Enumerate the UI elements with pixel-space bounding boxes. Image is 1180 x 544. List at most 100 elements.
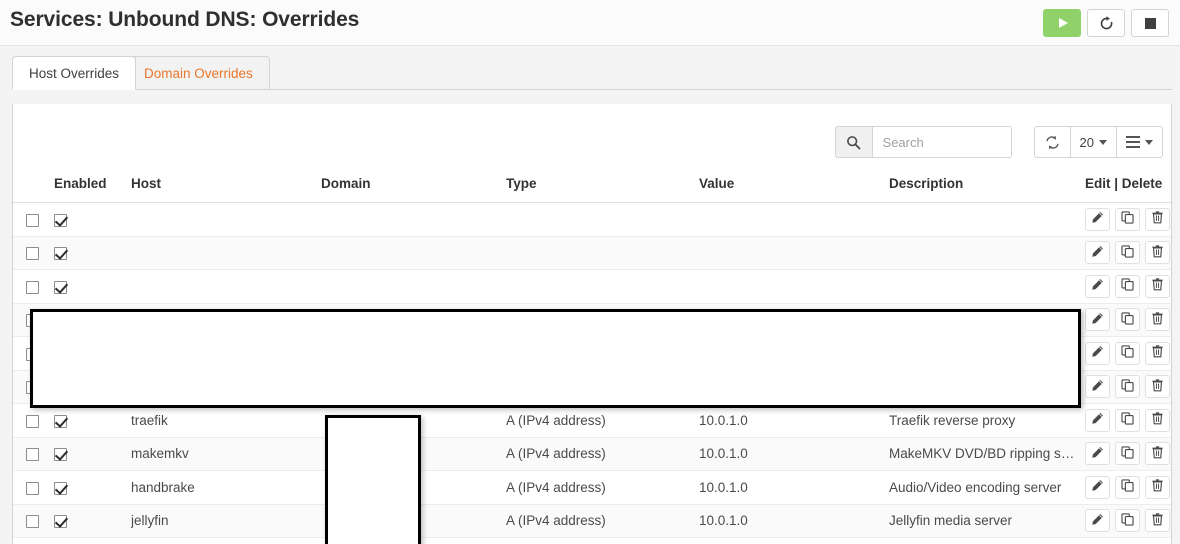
- duplicate-button[interactable]: [1115, 408, 1140, 432]
- column-header-description[interactable]: Description: [889, 176, 1079, 203]
- tab-bar: Host Overrides Domain Overrides: [0, 46, 1180, 90]
- search-button[interactable]: [834, 126, 872, 158]
- search-input[interactable]: [871, 126, 1012, 158]
- row-enabled-checkbox[interactable]: [54, 448, 67, 462]
- row-select-checkbox[interactable]: [26, 280, 39, 294]
- cell-description: MakeMKV DVD/BD ripping se…: [889, 437, 1079, 471]
- row-enabled-checkbox[interactable]: [54, 481, 67, 495]
- cell-value: 10.0.1.0: [699, 470, 889, 505]
- tab-host-overrides[interactable]: Host Overrides: [12, 56, 137, 90]
- column-header-host[interactable]: Host: [131, 176, 321, 203]
- edit-button[interactable]: [1085, 375, 1110, 399]
- duplicate-button[interactable]: [1115, 509, 1140, 533]
- table-row[interactable]: makemkv A (IPv4 address) 10.0.1.0 MakeMKV D…: [13, 437, 1171, 471]
- row-select-checkbox[interactable]: [26, 448, 39, 462]
- delete-icon: [1151, 312, 1164, 328]
- edit-button[interactable]: [1085, 475, 1110, 499]
- cell-type: [506, 236, 699, 270]
- tab-domain-overrides-label: Domain Overrides: [144, 65, 253, 81]
- cell-type: [506, 269, 699, 304]
- edit-button[interactable]: [1085, 509, 1110, 533]
- cell-description: [889, 269, 1079, 304]
- edit-button[interactable]: [1085, 341, 1110, 365]
- delete-icon: [1151, 345, 1164, 361]
- delete-button[interactable]: [1145, 207, 1170, 231]
- edit-button[interactable]: [1085, 408, 1110, 432]
- start-service-button[interactable]: [1043, 9, 1081, 37]
- row-select-checkbox[interactable]: [26, 414, 39, 428]
- restart-service-button[interactable]: [1087, 9, 1125, 37]
- cell-enabled: [43, 202, 131, 237]
- duplicate-button[interactable]: [1115, 475, 1140, 499]
- page-size-dropdown[interactable]: 20: [1070, 126, 1117, 158]
- cell-value: 10.0.1.0: [699, 437, 889, 471]
- table-row[interactable]: traefik A (IPv4 address) 10.0.1.0 Traefik r…: [13, 403, 1171, 438]
- delete-button[interactable]: [1145, 341, 1170, 365]
- cell-select: [13, 269, 43, 304]
- tab-domain-overrides[interactable]: Domain Overrides: [127, 56, 270, 90]
- cell-value: [699, 236, 889, 270]
- row-action-buttons: [1085, 375, 1171, 399]
- row-select-checkbox[interactable]: [26, 515, 39, 529]
- duplicate-button[interactable]: [1115, 308, 1140, 332]
- cell-enabled: [43, 504, 131, 538]
- cell-host: makemkv: [131, 437, 321, 471]
- delete-button[interactable]: [1145, 241, 1170, 265]
- edit-button[interactable]: [1085, 241, 1110, 265]
- row-enabled-checkbox[interactable]: [54, 515, 67, 529]
- delete-button[interactable]: [1145, 509, 1170, 533]
- cell-domain: [321, 236, 506, 270]
- edit-button[interactable]: [1085, 442, 1110, 466]
- table-row[interactable]: jellyfin A (IPv4 address) 10.0.1.0 Jellyfin…: [13, 504, 1171, 538]
- delete-icon: [1151, 379, 1164, 395]
- duplicate-button[interactable]: [1115, 207, 1140, 231]
- table-row[interactable]: [13, 202, 1171, 237]
- column-selector-dropdown[interactable]: [1117, 126, 1163, 158]
- cell-domain: [321, 202, 506, 237]
- duplicate-button[interactable]: [1115, 442, 1140, 466]
- row-enabled-checkbox[interactable]: [54, 414, 67, 428]
- cell-value: 10.0.1.0: [699, 504, 889, 538]
- cell-host: traefik: [131, 403, 321, 438]
- cell-value: [699, 269, 889, 304]
- delete-button[interactable]: [1145, 308, 1170, 332]
- stop-service-button[interactable]: [1131, 9, 1169, 37]
- duplicate-button[interactable]: [1115, 241, 1140, 265]
- delete-button[interactable]: [1145, 408, 1170, 432]
- delete-button[interactable]: [1145, 274, 1170, 298]
- edit-button[interactable]: [1085, 274, 1110, 298]
- table-row[interactable]: [13, 236, 1171, 270]
- refresh-button[interactable]: [1033, 126, 1071, 158]
- column-header-enabled[interactable]: Enabled: [43, 176, 131, 203]
- duplicate-button[interactable]: [1115, 341, 1140, 365]
- delete-button[interactable]: [1145, 442, 1170, 466]
- column-header-select[interactable]: [13, 176, 43, 203]
- table-row[interactable]: handbrake A (IPv4 address) 10.0.1.0 Audio/V…: [13, 470, 1171, 505]
- delete-button[interactable]: [1145, 475, 1170, 499]
- edit-icon: [1091, 211, 1104, 227]
- cell-enabled: [43, 236, 131, 270]
- cell-host: handbrake: [131, 470, 321, 505]
- duplicate-button[interactable]: [1115, 274, 1140, 298]
- delete-icon: [1151, 245, 1164, 261]
- row-select-checkbox[interactable]: [26, 247, 39, 261]
- edit-icon: [1091, 513, 1104, 529]
- row-select-checkbox[interactable]: [26, 481, 39, 495]
- column-header-domain[interactable]: Domain: [321, 176, 506, 203]
- duplicate-button[interactable]: [1115, 375, 1140, 399]
- edit-button[interactable]: [1085, 308, 1110, 332]
- row-enabled-checkbox[interactable]: [54, 280, 67, 294]
- cell-host: [131, 236, 321, 270]
- row-enabled-checkbox[interactable]: [54, 213, 67, 227]
- row-enabled-checkbox[interactable]: [54, 247, 67, 261]
- column-header-value[interactable]: Value: [699, 176, 889, 203]
- page-header: Services: Unbound DNS: Overrides: [0, 0, 1180, 46]
- table-row[interactable]: [13, 269, 1171, 304]
- restart-icon: [1100, 15, 1112, 29]
- cell-value: 10.0.1.0: [699, 403, 889, 438]
- row-select-checkbox[interactable]: [26, 213, 39, 227]
- column-header-type[interactable]: Type: [506, 176, 699, 203]
- row-action-buttons: [1085, 341, 1171, 365]
- delete-button[interactable]: [1145, 375, 1170, 399]
- edit-button[interactable]: [1085, 207, 1110, 231]
